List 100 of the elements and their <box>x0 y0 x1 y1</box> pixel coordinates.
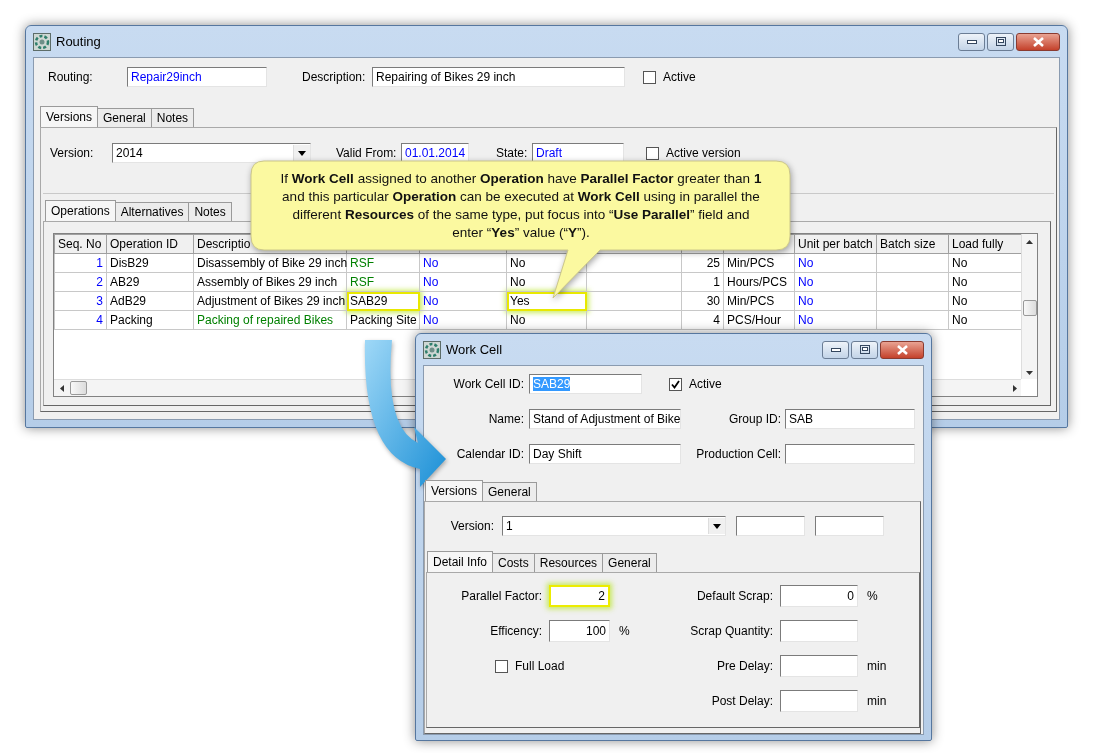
table-cell: 3 <box>54 291 107 311</box>
input-field[interactable]: Repair29inch <box>127 67 267 87</box>
table-cell: No <box>419 291 507 311</box>
close-button[interactable] <box>1016 32 1060 51</box>
table-cell: No <box>419 272 507 292</box>
dropdown[interactable]: 2014 <box>112 143 311 163</box>
vertical-scrollbar[interactable] <box>1021 234 1037 379</box>
field-label: Calendar ID: <box>455 447 524 461</box>
table-cell: Packing of repaired Bikes <box>193 310 347 330</box>
input-field[interactable] <box>780 620 858 642</box>
field-label: Work Cell ID: <box>452 377 524 391</box>
table-cell: 1 <box>681 272 724 292</box>
table-cell: Hours/PCS <box>723 272 795 292</box>
tab[interactable]: General <box>97 108 152 127</box>
input-field[interactable]: SAB <box>785 409 915 429</box>
checkbox[interactable] <box>669 377 682 391</box>
table-cell: Yes <box>506 291 587 311</box>
checkbox[interactable] <box>643 70 656 84</box>
table-cell: No <box>794 253 877 273</box>
checkbox-label: Active <box>663 70 696 84</box>
tab[interactable]: Alternatives <box>114 202 190 221</box>
table-cell: Min/PCS <box>723 253 795 273</box>
input-field[interactable]: 0 <box>780 585 858 607</box>
tab[interactable]: Versions <box>425 480 484 501</box>
close-button[interactable] <box>880 340 924 359</box>
table-cell: 30 <box>681 291 724 311</box>
table-cell: Packing Site <box>346 310 420 330</box>
field-label: Description: <box>302 70 367 84</box>
field-label: Scrap Quantity: <box>690 624 774 638</box>
input-field[interactable]: 01.01.2014 <box>401 143 469 163</box>
maximize-button[interactable] <box>987 32 1014 51</box>
table-cell: DisB29 <box>106 253 194 273</box>
tab[interactable]: Operations <box>45 200 116 221</box>
table-cell: RSF <box>346 253 420 273</box>
checkbox[interactable] <box>495 659 508 673</box>
field-label: Version: <box>50 146 95 160</box>
table-cell: 1 <box>54 253 107 273</box>
input-field[interactable] <box>736 516 805 536</box>
gear-icon <box>423 340 441 359</box>
down-arrow-icon <box>1026 371 1033 375</box>
field-label: Parallel Factor: <box>461 589 543 603</box>
maximize-icon <box>859 345 870 354</box>
maximize-icon <box>995 37 1006 46</box>
tab[interactable]: Notes <box>150 108 195 127</box>
table-cell: RSF <box>346 272 420 292</box>
tab[interactable]: Notes <box>188 202 232 221</box>
table-cell: Packing <box>106 310 194 330</box>
field-label: Group ID: <box>727 412 781 426</box>
input-field[interactable] <box>780 655 858 677</box>
minimize-button[interactable] <box>958 32 985 51</box>
field-label: Pre Delay: <box>716 659 774 673</box>
scrollbar-thumb[interactable] <box>70 381 87 395</box>
unit-label: % <box>866 589 879 603</box>
checkbox[interactable] <box>646 146 659 160</box>
maximize-button[interactable] <box>851 340 878 359</box>
input-field[interactable]: Day Shift <box>529 444 681 464</box>
table-cell: AdB29 <box>106 291 194 311</box>
table-cell: 4 <box>681 310 724 330</box>
tab[interactable]: General <box>482 482 537 501</box>
tab[interactable]: Detail Info <box>427 551 494 572</box>
input-field[interactable]: Stand of Adjustment of Bike <box>529 409 681 429</box>
table-cell: Assembly of Bikes 29 inch <box>193 272 347 292</box>
field-label: Valid From: <box>336 146 398 160</box>
up-arrow-icon <box>1026 240 1033 244</box>
minimize-button[interactable] <box>822 340 849 359</box>
unit-label: min <box>866 659 888 673</box>
table-cell: 2 <box>54 272 107 292</box>
input-field[interactable]: 100 <box>549 620 610 642</box>
table-cell: AB29 <box>106 272 194 292</box>
tab[interactable]: Versions <box>40 106 99 127</box>
field-label: Name: <box>487 412 524 426</box>
window-title: Routing <box>56 34 101 49</box>
table-cell: No <box>794 310 877 330</box>
field-label: Post Delay: <box>711 694 774 708</box>
input-field[interactable]: Repairing of Bikes 29 inch <box>372 67 625 87</box>
checkbox-label: Active version <box>666 146 741 160</box>
minimize-icon <box>966 39 977 44</box>
close-icon <box>896 344 908 355</box>
minimize-icon <box>830 347 841 352</box>
scrollbar-thumb[interactable] <box>1022 299 1037 316</box>
field-label: Production Cell: <box>695 447 781 461</box>
input-field[interactable]: Draft <box>532 143 624 163</box>
tab[interactable]: General <box>602 553 657 572</box>
table-cell: SAB29 <box>346 291 420 311</box>
field-label: Version: <box>449 519 494 533</box>
dropdown[interactable]: 1 <box>502 516 726 536</box>
caret-icon <box>708 518 725 534</box>
table-cell: 4 <box>54 310 107 330</box>
input-field[interactable] <box>815 516 884 536</box>
input-field[interactable]: 2 <box>549 585 610 607</box>
callout-text: If Work Cell assigned to another Operation have Parallel Factor greater than 1 and this particular Operation can be executed at Work Cell using in parallel the different Resources of the same type, put focus into “Use Parallel” field and enter “Yes” value (“Y”). <box>279 170 763 242</box>
input-field[interactable] <box>785 444 915 464</box>
input-field[interactable] <box>780 690 858 712</box>
table-cell: 25 <box>681 253 724 273</box>
gear-icon <box>33 32 51 51</box>
left-arrow-icon <box>60 384 64 392</box>
tab[interactable]: Costs <box>492 553 535 572</box>
field-label: Efficency: <box>490 624 543 638</box>
close-icon <box>1032 36 1044 47</box>
tab[interactable]: Resources <box>533 553 604 572</box>
